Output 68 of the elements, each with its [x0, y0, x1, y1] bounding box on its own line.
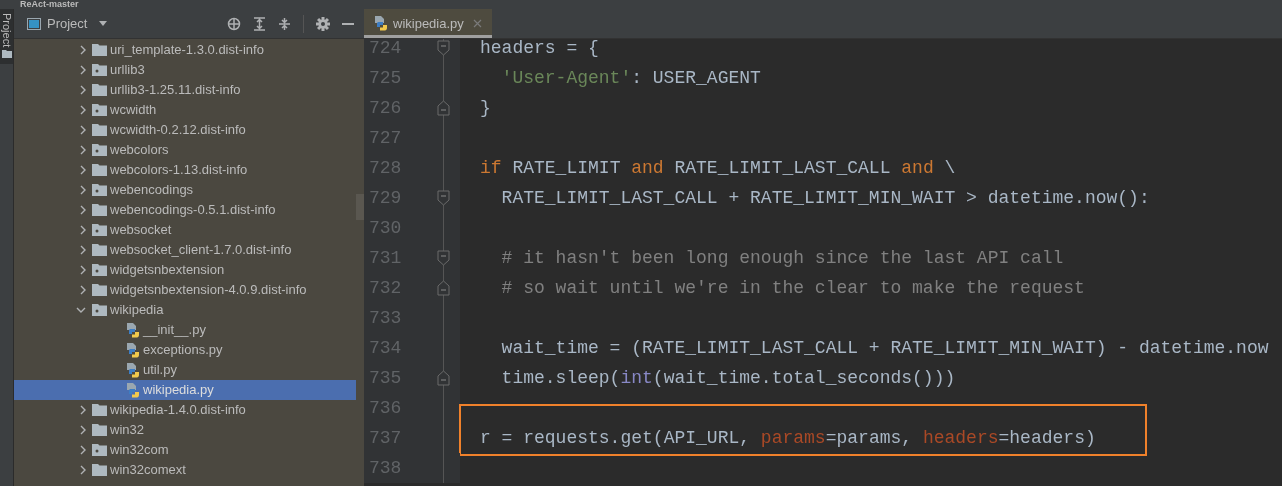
tree-item[interactable]: wikipedia.py [14, 380, 356, 400]
tree-item[interactable]: websocket [14, 220, 356, 240]
folder-icon [92, 464, 107, 476]
tree-item[interactable]: exceptions.py [14, 340, 356, 360]
tree-item[interactable]: win32com [14, 440, 356, 460]
tree-item[interactable]: widgetsnbextension [14, 260, 356, 280]
minimize-icon[interactable] [342, 22, 354, 25]
folder-icon [1, 50, 12, 59]
tree-item[interactable]: win32 [14, 420, 356, 440]
tree-item[interactable]: util.py [14, 360, 356, 380]
tree-item[interactable]: win32comext [14, 460, 356, 480]
folder-icon [92, 424, 107, 436]
chevron-down-icon[interactable] [76, 307, 86, 313]
code-line: # it hasn't been long enough since the last API call [501, 246, 1064, 270]
package-folder-icon [92, 264, 107, 276]
folder-icon [92, 84, 107, 96]
code-line: time.sleep(int(wait_time.total_seconds())) [501, 366, 956, 390]
settings-icon[interactable] [316, 16, 330, 31]
tree-item[interactable]: widgetsnbextension-4.0.9.dist-info [14, 280, 356, 300]
project-view-dropdown[interactable]: Project [47, 13, 108, 34]
package-folder-icon [92, 224, 107, 236]
window-icon [27, 17, 41, 30]
tree-item[interactable]: wikipedia-1.4.0.dist-info [14, 400, 356, 420]
caret-icon [99, 21, 108, 26]
folder-icon [92, 404, 107, 416]
scrollbar-thumb[interactable] [356, 194, 364, 220]
python-file-icon [126, 362, 140, 378]
code-line: wait_time = (RATE_LIMIT_LAST_CALL + RATE_LIMIT_MIN_WAIT) - datetime.now [501, 336, 1269, 360]
collapse-all-icon[interactable] [278, 16, 291, 31]
folder-icon [92, 124, 107, 136]
tree-item[interactable]: webencodings-0.5.1.dist-info [14, 200, 356, 220]
code-line: # so wait until we're in the clear to make the request [501, 276, 1085, 300]
folder-icon [92, 44, 107, 56]
window-title: ReAct-master [20, 0, 79, 9]
tree-item[interactable]: websocket_client-1.7.0.dist-info [14, 240, 356, 260]
python-file-icon [374, 16, 388, 31]
locate-icon[interactable] [227, 16, 241, 31]
editor-tab[interactable]: wikipedia.py [364, 9, 492, 38]
tree-item[interactable]: __init__.py [14, 320, 356, 340]
package-folder-icon [92, 184, 107, 196]
python-file-icon [126, 382, 140, 398]
python-file-icon [126, 322, 140, 338]
code-line: 'User-Agent': USER_AGENT [501, 66, 761, 90]
code-line: r = requests.get(API_URL, params=params, headers=headers) [480, 426, 1096, 450]
python-file-icon [126, 342, 140, 358]
folder-icon [92, 284, 107, 296]
tree-item[interactable]: wikipedia [14, 300, 356, 320]
code-line: headers = { [480, 39, 599, 60]
code-line: } [480, 96, 491, 120]
folder-icon [92, 244, 107, 256]
tree-item[interactable]: urllib3 [14, 60, 356, 80]
package-folder-icon [92, 104, 107, 116]
folder-icon [92, 164, 107, 176]
expand-all-icon[interactable] [253, 16, 266, 31]
tree-item[interactable]: wcwidth-0.2.12.dist-info [14, 120, 356, 140]
tree-item[interactable]: wcwidth [14, 100, 356, 120]
package-folder-icon [92, 64, 107, 76]
tree-item[interactable]: webcolors-1.13.dist-info [14, 160, 356, 180]
folder-icon [92, 204, 107, 216]
package-folder-icon [92, 144, 107, 156]
tree-item[interactable]: uri_template-1.3.0.dist-info [14, 40, 356, 60]
package-folder-icon [92, 444, 107, 456]
code-line: if RATE_LIMIT and RATE_LIMIT_LAST_CALL and \ [480, 156, 956, 180]
package-folder-icon [92, 304, 107, 316]
tree-item[interactable]: webcolors [14, 140, 356, 160]
tree-item[interactable]: webencodings [14, 180, 356, 200]
code-line: RATE_LIMIT_LAST_CALL + RATE_LIMIT_MIN_WAIT > datetime.now(): [501, 186, 1150, 210]
tree-item[interactable]: urllib3-1.25.11.dist-info [14, 80, 356, 100]
